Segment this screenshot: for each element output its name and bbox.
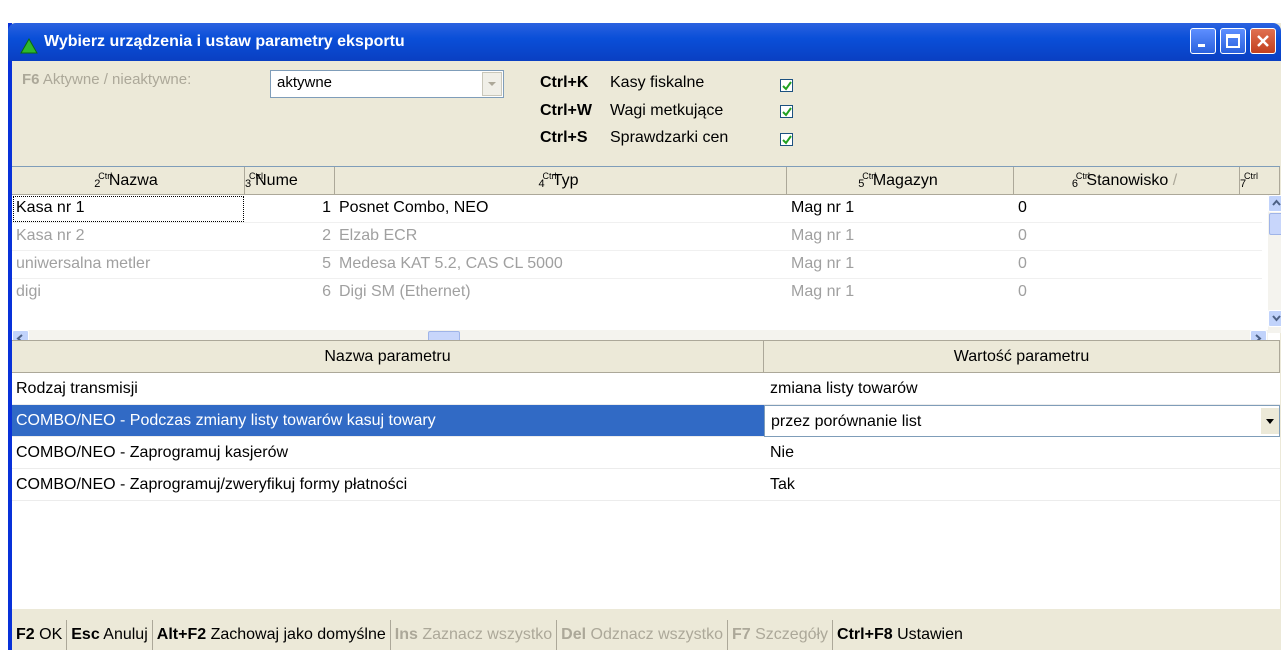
device-name: uniwersalna metler [12, 251, 245, 279]
check-icon [782, 81, 792, 91]
active-filter-select[interactable]: aktywne [270, 70, 504, 98]
device-number: 2 [245, 223, 335, 251]
details-button[interactable]: F7 Szczegóły [728, 620, 834, 650]
ok-button[interactable]: F2 OK [12, 620, 68, 650]
window-title: Wybierz urządzenia i ustaw parametry eks… [44, 33, 405, 50]
device-number: 6 [245, 279, 335, 301]
save-default-button[interactable]: Alt+F2 Zachowaj jako domyślne [153, 620, 391, 650]
check-icon [782, 107, 792, 117]
title-bar[interactable]: Wybierz urządzenia i ustaw parametry eks… [8, 23, 1281, 61]
device-type: Medesa KAT 5.2, CAS CL 5000 [335, 251, 787, 279]
sort-indicator-icon: / [1172, 172, 1178, 189]
device-warehouse: Mag nr 1 [787, 195, 1014, 223]
device-row[interactable]: Kasa nr 2 2 Elzab ECR Mag nr 1 0 [12, 223, 1262, 251]
device-name: digi [12, 279, 245, 301]
device-number: 5 [245, 251, 335, 279]
maximize-button[interactable] [1220, 28, 1246, 54]
status-bar: F2 OK Esc Anuluj Alt+F2 Zachowaj jako domy… [12, 620, 1281, 650]
check-icon [782, 135, 792, 145]
chevron-down-icon[interactable] [482, 72, 502, 96]
device-station: 0 [1014, 223, 1262, 251]
maximize-icon [1226, 34, 1240, 48]
parameter-row[interactable]: COMBO/NEO - Zaprogramuj kasjerów Nie [12, 437, 1280, 469]
device-type: Digi SM (Ethernet) [335, 279, 787, 301]
device-row[interactable]: uniwersalna metler 5 Medesa KAT 5.2, CAS… [12, 251, 1262, 279]
select-all-button[interactable]: Ins Zaznacz wszystko [391, 620, 558, 650]
device-name: Kasa nr 1 [12, 195, 245, 223]
active-filter-value: aktywne [277, 74, 333, 91]
column-header-param-value[interactable]: Wartość parametru [764, 341, 1280, 373]
parameter-row[interactable]: COMBO/NEO - Zaprogramuj/zweryfikuj formy… [12, 469, 1280, 501]
parameter-row[interactable]: Rodzaj transmisji zmiana listy towarów [12, 373, 1280, 405]
scroll-up-icon[interactable] [1268, 195, 1281, 212]
minimize-icon [1198, 44, 1205, 47]
device-type-scales: Ctrl+W Wagi metkujące [540, 102, 723, 120]
filter-label: Aktywne / nieaktywne: [42, 71, 192, 88]
column-header-station[interactable]: Ctrl6 Stanowisko / [1014, 167, 1240, 195]
device-warehouse: Mag nr 1 [787, 251, 1014, 279]
parameter-value: Tak [764, 469, 1280, 501]
parameter-name: Rodzaj transmisji [12, 373, 764, 405]
filter-shortcut: F6 [22, 71, 40, 88]
checkbox-fiscal[interactable] [780, 79, 793, 92]
column-header-name[interactable]: Ctrl2 Nazwa [12, 167, 245, 195]
device-number: 1 [245, 195, 335, 223]
device-type-fiscal: Ctrl+K Kasy fiskalne [540, 74, 704, 92]
device-warehouse: Mag nr 1 [787, 223, 1014, 251]
checkbox-checkers[interactable] [780, 133, 793, 146]
device-station: 0 [1014, 251, 1262, 279]
parameter-name: COMBO/NEO - Zaprogramuj kasjerów [12, 437, 764, 469]
column-header-warehouse[interactable]: Ctrl5 Magazyn [787, 167, 1014, 195]
device-row[interactable]: digi 6 Digi SM (Ethernet) Mag nr 1 0 [12, 279, 1262, 301]
device-station: 0 [1014, 195, 1262, 223]
device-type-checkers: Ctrl+S Sprawdzarki cen [540, 129, 728, 147]
app-icon [20, 33, 38, 54]
checkbox-scales[interactable] [780, 105, 793, 118]
settings-button[interactable]: Ctrl+F8 Ustawien [833, 620, 967, 650]
parameter-value-dropdown[interactable]: przez porównanie list [764, 405, 1280, 437]
deselect-all-button[interactable]: Del Odznacz wszystko [557, 620, 728, 650]
device-type-shortcut: Ctrl+W [540, 102, 592, 119]
parameter-value: zmiana listy towarów [764, 373, 1280, 405]
column-header-param-name[interactable]: Nazwa parametru [12, 341, 764, 373]
devices-grid: Ctrl2 Nazwa Ctrl3 Nume Ctrl4 Typ Ctrl5 Ma… [12, 166, 1281, 355]
scroll-down-icon[interactable] [1268, 310, 1281, 327]
close-button[interactable] [1250, 28, 1276, 54]
parameter-name: COMBO/NEO - Zaprogramuj/zweryfikuj formy… [12, 469, 764, 501]
column-header-7[interactable]: Ctrl7 [1240, 167, 1280, 195]
chevron-down-icon[interactable] [1261, 408, 1279, 434]
device-name: Kasa nr 2 [12, 223, 245, 251]
parameter-row-selected[interactable]: COMBO/NEO - Podczas zmiany listy towarów… [12, 405, 1280, 437]
minimize-button[interactable] [1190, 28, 1216, 54]
device-type-shortcut: Ctrl+S [540, 129, 588, 146]
device-type-label: Sprawdzarki cen [610, 129, 729, 146]
device-type: Elzab ECR [335, 223, 787, 251]
scroll-thumb[interactable] [1269, 213, 1281, 235]
device-type-label: Kasy fiskalne [610, 74, 705, 91]
device-station: 0 [1014, 279, 1262, 301]
column-header-number[interactable]: Ctrl3 Nume [245, 167, 335, 195]
device-row[interactable]: Kasa nr 1 1 Posnet Combo, NEO Mag nr 1 0 [12, 195, 1262, 223]
parameters-grid: Nazwa parametru Wartość parametru Rodzaj… [12, 340, 1280, 609]
device-warehouse: Mag nr 1 [787, 279, 1014, 301]
close-icon [1257, 35, 1269, 47]
device-type-shortcut: Ctrl+K [540, 74, 589, 91]
cancel-button[interactable]: Esc Anuluj [67, 620, 153, 650]
column-header-type[interactable]: Ctrl4 Typ [335, 167, 787, 195]
device-type: Posnet Combo, NEO [335, 195, 787, 223]
parameter-name: COMBO/NEO - Podczas zmiany listy towarów… [12, 405, 764, 437]
active-filter-label: F6 Aktywne / nieaktywne: [22, 71, 191, 88]
vertical-scrollbar[interactable] [1268, 195, 1281, 333]
parameter-value: Nie [764, 437, 1280, 469]
parameter-value: przez porównanie list [771, 413, 922, 430]
device-type-label: Wagi metkujące [610, 102, 724, 119]
